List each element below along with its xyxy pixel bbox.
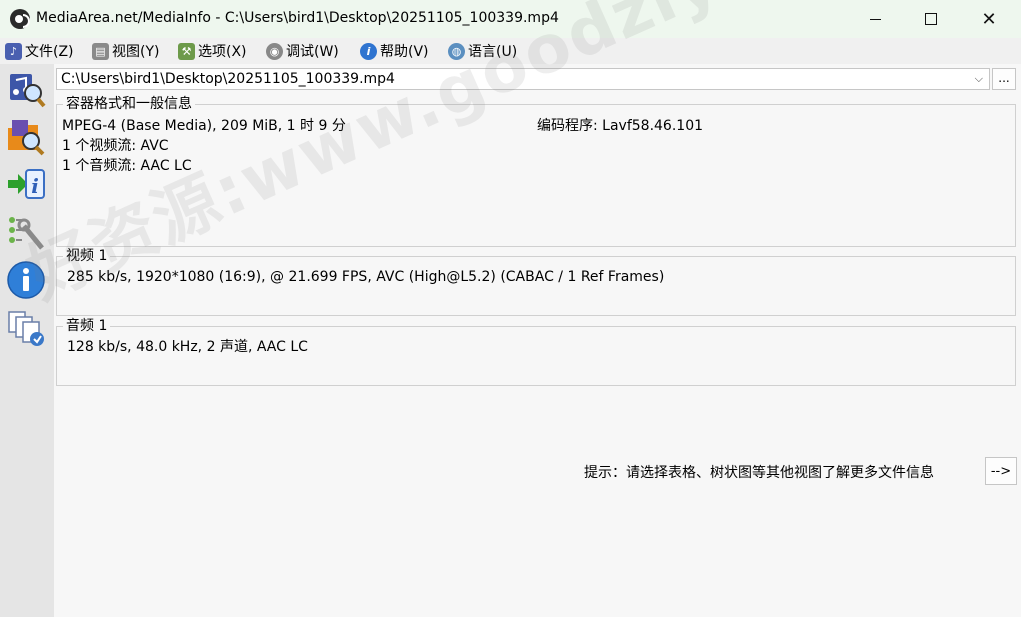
donate-icon <box>8 311 44 346</box>
menu-bar: ♪ 文件(Z) ▤ 视图(Y) ⚒ 选项(X) ◉ 调试(W) i 帮助(V) … <box>0 38 1021 64</box>
general-info-title: 容器格式和一般信息 <box>63 96 195 112</box>
help-icon: i <box>360 42 377 60</box>
menu-help[interactable]: i 帮助(V) <box>360 41 429 61</box>
mediainfo-app-icon <box>10 9 30 29</box>
preferences-icon <box>9 217 44 250</box>
maximize-icon <box>925 13 937 25</box>
maximize-button[interactable] <box>908 0 954 38</box>
next-view-button[interactable]: --> <box>985 457 1017 485</box>
preferences-button[interactable] <box>5 212 47 252</box>
window-title: MediaArea.net/MediaInfo - C:\Users\bird1… <box>36 10 559 26</box>
svg-text:i: i <box>31 174 39 198</box>
general-video-count: 1 个视频流: AVC <box>62 138 169 154</box>
general-info-group: 容器格式和一般信息 MPEG-4 (Base Media), 209 MiB, … <box>56 96 1016 247</box>
menu-debug[interactable]: ◉ 调试(W) <box>266 41 339 61</box>
debug-icon: ◉ <box>266 42 283 60</box>
title-bar: MediaArea.net/MediaInfo - C:\Users\bird1… <box>0 0 1021 39</box>
minimize-button[interactable] <box>852 0 898 38</box>
main-panel: C:\Users\bird1\Desktop\20251105_100339.m… <box>54 64 1021 617</box>
menu-language[interactable]: ◍ 语言(U) <box>448 41 517 61</box>
menu-view-label: 视图(Y) <box>112 44 160 60</box>
video-stream-group: 视频 1 285 kb/s, 1920*1080 (16:9), @ 21.69… <box>56 248 1016 316</box>
general-audio-count: 1 个音频流: AAC LC <box>62 158 192 174</box>
close-button[interactable]: ✕ <box>966 0 1012 38</box>
open-file-button[interactable] <box>5 68 47 108</box>
menu-view[interactable]: ▤ 视图(Y) <box>92 41 159 61</box>
donate-button[interactable] <box>5 308 47 348</box>
audio-stream-info: 128 kb/s, 48.0 kHz, 2 声道, AAC LC <box>67 339 308 355</box>
about-button[interactable] <box>5 260 47 300</box>
view-icon: ▤ <box>92 42 109 60</box>
browse-button[interactable]: ... <box>992 68 1016 90</box>
menu-file-label: 文件(Z) <box>25 44 74 60</box>
video-stream-title: 视频 1 <box>63 248 111 264</box>
chevron-down-icon[interactable]: ⌵ <box>975 72 983 86</box>
menu-options-label: 选项(X) <box>198 44 247 60</box>
export-button[interactable]: i <box>5 164 47 204</box>
open-folder-button[interactable] <box>5 116 47 156</box>
minimize-icon <box>869 18 881 20</box>
menu-language-label: 语言(U) <box>468 44 518 60</box>
file-path-combobox[interactable]: C:\Users\bird1\Desktop\20251105_100339.m… <box>56 68 990 90</box>
menu-file[interactable]: ♪ 文件(Z) <box>5 41 74 61</box>
menu-debug-label: 调试(W) <box>286 44 339 60</box>
language-icon: ◍ <box>448 42 465 60</box>
left-toolbar: i <box>0 64 55 617</box>
general-format: MPEG-4 (Base Media), 209 MiB, 1 时 9 分 <box>62 118 346 134</box>
audio-stream-group: 音频 1 128 kb/s, 48.0 kHz, 2 声道, AAC LC <box>56 318 1016 386</box>
open-folder-icon <box>8 120 45 156</box>
about-icon <box>7 261 45 299</box>
menu-help-label: 帮助(V) <box>380 44 429 60</box>
open-file-icon <box>10 74 46 108</box>
file-path-value: C:\Users\bird1\Desktop\20251105_100339.m… <box>61 71 395 87</box>
audio-stream-title: 音频 1 <box>63 318 111 334</box>
video-stream-info: 285 kb/s, 1920*1080 (16:9), @ 21.699 FPS… <box>67 269 665 285</box>
export-icon: i <box>8 169 45 199</box>
file-icon: ♪ <box>5 42 22 60</box>
menu-options[interactable]: ⚒ 选项(X) <box>178 41 247 61</box>
hint-text: 提示：请选择表格、树状图等其他视图了解更多文件信息 <box>584 465 934 481</box>
general-encoder: 编码程序: Lavf58.46.101 <box>537 118 704 134</box>
options-icon: ⚒ <box>178 42 195 60</box>
